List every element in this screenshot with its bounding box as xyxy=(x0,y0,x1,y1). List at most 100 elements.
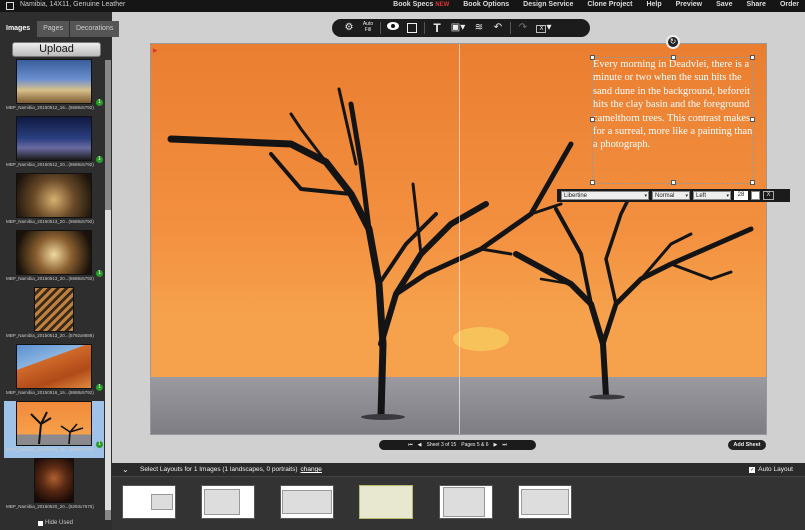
text-align-value: Left xyxy=(696,193,707,199)
image-thumbnail-list: MBP_Namibia_20150512_16...(8688x5792) 1 … xyxy=(4,59,104,521)
used-badge: 1 xyxy=(96,156,103,163)
menu-save[interactable]: Save xyxy=(716,1,732,8)
sheet-indicator: Sheet 3 of 15 xyxy=(426,442,457,448)
resize-handle[interactable] xyxy=(590,117,595,122)
layout-option[interactable] xyxy=(518,485,572,519)
menu-design-service[interactable]: Design Service xyxy=(523,1,573,8)
toolbar-divider xyxy=(424,22,425,34)
layout-option-selected[interactable] xyxy=(359,485,413,519)
resize-handle[interactable] xyxy=(671,55,676,60)
resize-handle[interactable] xyxy=(590,55,595,60)
menu-book-specs[interactable]: Book Specs NEW xyxy=(393,1,449,8)
scrollbar-thumb[interactable] xyxy=(105,210,111,510)
auto-layout-toggle[interactable]: ✓ Auto Layout xyxy=(749,466,793,473)
resize-handle[interactable] xyxy=(671,180,676,185)
edit-toolbar: ⚙ Auto Fill T ▣▾ ≋ ↶ ↷ X ▾ xyxy=(332,19,590,37)
close-glyph: X xyxy=(536,25,547,33)
auto-fill-button[interactable]: Auto Fill xyxy=(361,21,375,35)
font-family-select[interactable]: Libertine ▾ xyxy=(561,191,649,200)
chevron-down-icon: ▾ xyxy=(726,193,729,199)
image-thumb[interactable]: MBP_Namibia_20150520_20...(5293x7676) xyxy=(4,458,104,515)
menu-help[interactable]: Help xyxy=(646,1,661,8)
sheet-pager: ⏮ ◀ Sheet 3 of 15 Pages 5 & 6 ▶ ⏭ xyxy=(379,440,536,450)
image-sidebar: Images Pages Decorations Upload MBP_Nami… xyxy=(0,12,120,530)
font-family-value: Libertine xyxy=(564,193,588,199)
first-page-icon[interactable]: ⏮ xyxy=(408,442,413,448)
menu-book-specs-label: Book Specs xyxy=(393,1,434,8)
caption-text[interactable]: Every morning in Deadvlei, there is a mi… xyxy=(593,58,753,152)
font-weight-select[interactable]: Normal ▾ xyxy=(652,191,690,200)
image-thumb[interactable]: MBP_Namibia_20150512_16...(8688x5792) 1 xyxy=(4,59,104,116)
eye-icon[interactable] xyxy=(386,21,400,35)
thumb-image xyxy=(16,344,92,389)
used-badge: 1 xyxy=(96,270,103,277)
layout-option[interactable] xyxy=(122,485,176,519)
text-icon[interactable]: T xyxy=(430,21,444,35)
resize-handle[interactable] xyxy=(750,55,755,60)
menu-book-options[interactable]: Book Options xyxy=(463,1,509,8)
tab-decorations[interactable]: Decorations xyxy=(69,21,120,37)
menu-share[interactable]: Share xyxy=(746,1,765,8)
app-logo-icon[interactable] xyxy=(6,2,14,10)
undo-icon[interactable]: ↶ xyxy=(491,21,505,35)
layout-options xyxy=(112,477,805,530)
thumb-caption: MBP_Namibia_20150520_20...(5293x7676) xyxy=(6,504,94,509)
change-link[interactable]: change xyxy=(301,466,322,473)
image-thumb[interactable]: MBP_Namibia_20150516_16...(8688x5792) 1 xyxy=(4,344,104,401)
font-size-field[interactable]: 28 xyxy=(734,191,748,200)
layout-panel-header: ⌄ Select Layouts for 1 Images (1 landsca… xyxy=(112,463,805,477)
image-thumb[interactable]: MBP_Namibia_20150513_20...(8688x5792) 1 xyxy=(4,230,104,287)
thumb-caption: MBP_Namibia_20150513_20...(8688x5792) xyxy=(6,219,94,224)
text-frame[interactable]: Every morning in Deadvlei, there is a mi… xyxy=(590,55,755,185)
menu-clone-project[interactable]: Clone Project xyxy=(587,1,632,8)
layout-panel: ⌄ Select Layouts for 1 Images (1 landsca… xyxy=(112,463,805,530)
redo-icon[interactable]: ↷ xyxy=(516,21,530,35)
hide-used-toggle[interactable]: Hide Used xyxy=(38,520,73,526)
layout-option[interactable] xyxy=(201,485,255,519)
layers-icon[interactable]: ≋ xyxy=(472,21,486,35)
next-page-icon[interactable]: ▶ xyxy=(494,442,498,448)
used-badge: 1 xyxy=(96,441,103,448)
layout-option[interactable] xyxy=(280,485,334,519)
layout-frame xyxy=(521,489,569,515)
tab-pages[interactable]: Pages xyxy=(37,21,69,37)
prev-page-icon[interactable]: ◀ xyxy=(418,442,422,448)
resize-handle[interactable] xyxy=(750,180,755,185)
last-page-icon[interactable]: ⏭ xyxy=(502,442,507,448)
image-thumb[interactable]: MBP_Namibia_20150513_20...(5792x8688) xyxy=(4,287,104,344)
text-color-swatch[interactable] xyxy=(751,191,760,200)
thumbnail-scrollbar[interactable] xyxy=(105,60,111,520)
hide-used-checkbox[interactable] xyxy=(38,520,43,526)
font-bar-close-button[interactable]: X xyxy=(763,191,774,200)
layout-option[interactable] xyxy=(439,485,493,519)
text-align-select[interactable]: Left ▾ xyxy=(693,191,731,200)
thumb-caption: MBP_Namibia_20150513_20...(5792x8688) xyxy=(6,333,94,338)
tab-images[interactable]: Images xyxy=(0,21,37,37)
thumb-caption: MBP_Namibia_20150513_20...(8688x5792) xyxy=(6,276,94,281)
image-thumb-selected[interactable]: MBP_Namibia_20150516_16...(8688x5792) 1 xyxy=(4,401,104,458)
used-badge: 1 xyxy=(96,99,103,106)
close-icon[interactable]: X ▾ xyxy=(535,21,553,35)
chevron-down-icon: ▾ xyxy=(685,193,688,199)
frame-icon[interactable] xyxy=(405,21,419,35)
resize-handle[interactable] xyxy=(750,117,755,122)
image-thumb[interactable]: MBP_Namibia_20150512_20...(8688x5792) 1 xyxy=(4,116,104,173)
image-icon[interactable]: ▣▾ xyxy=(449,21,467,35)
thumb-image xyxy=(16,173,92,218)
add-sheet-button[interactable]: Add Sheet xyxy=(728,440,766,450)
thumb-image xyxy=(34,287,74,332)
image-thumb[interactable]: MBP_Namibia_20150513_20...(8688x5792) xyxy=(4,173,104,230)
layout-frame xyxy=(282,490,332,514)
gear-icon[interactable]: ⚙ xyxy=(342,21,356,35)
menu-preview[interactable]: Preview xyxy=(676,1,702,8)
upload-button[interactable]: Upload xyxy=(12,42,101,57)
auto-layout-checkbox[interactable]: ✓ xyxy=(749,466,756,473)
page-corner-marker-icon: ▸ xyxy=(153,45,158,55)
menu-order[interactable]: Order xyxy=(780,1,799,8)
resize-handle[interactable] xyxy=(590,180,595,185)
used-badge: 1 xyxy=(96,384,103,391)
layout-frame xyxy=(204,489,240,515)
collapse-chevron-icon[interactable]: ⌄ xyxy=(122,465,131,474)
font-weight-value: Normal xyxy=(655,193,675,199)
rotate-handle-icon[interactable]: ↻ xyxy=(666,35,680,49)
